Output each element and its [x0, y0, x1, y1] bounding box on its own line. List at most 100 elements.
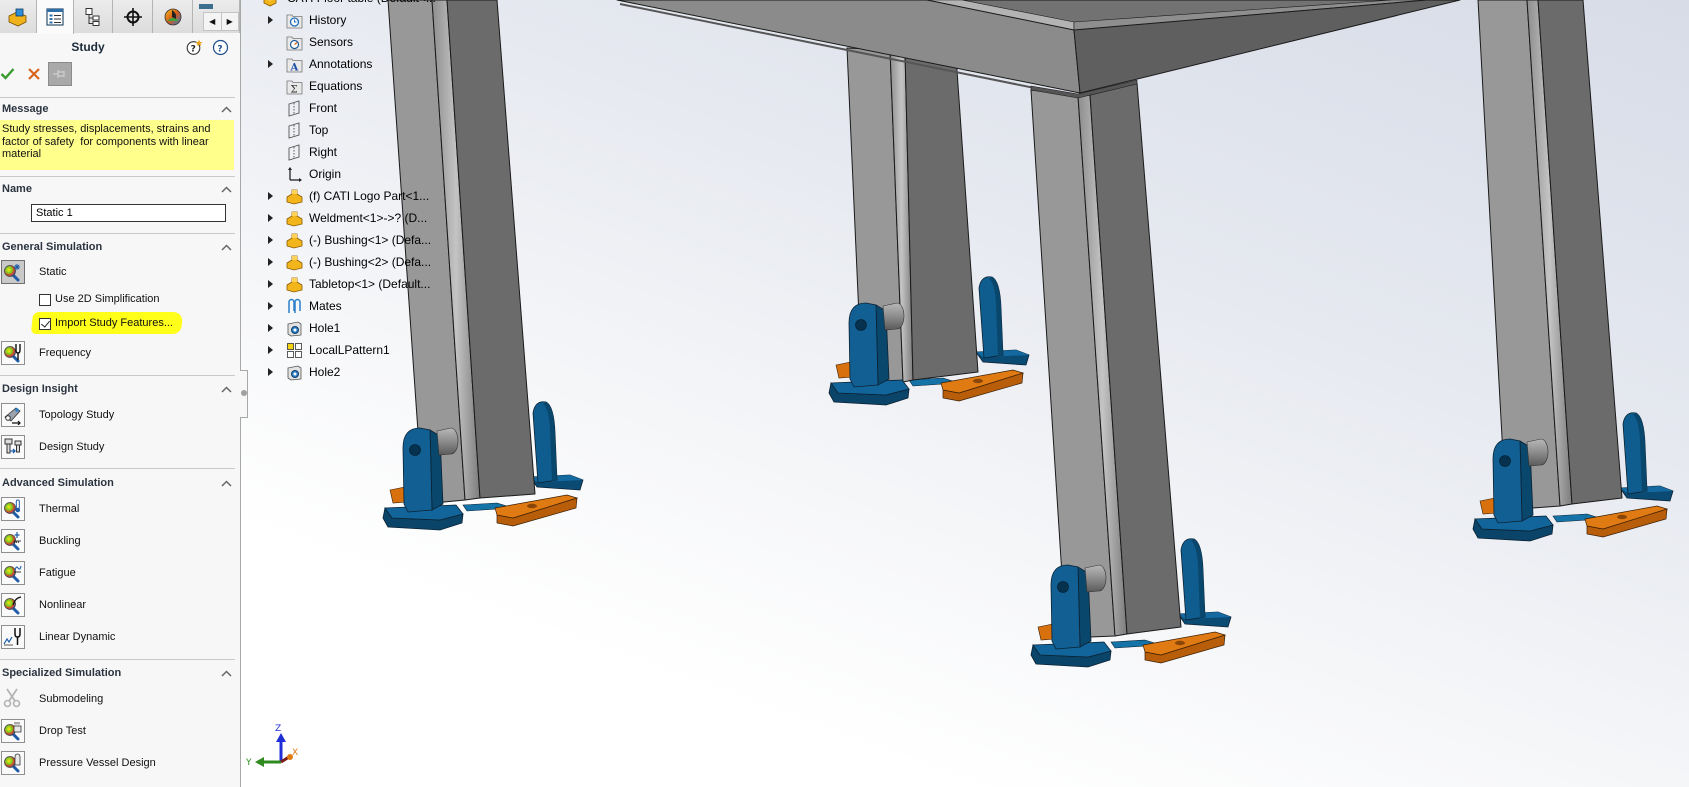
tree-item-weldment[interactable]: Weldment<1>->? (D... — [240, 207, 460, 229]
tree-item-bushing-1[interactable]: (-) Bushing<1> (Defa... — [240, 229, 460, 251]
fatigue-study-button[interactable] — [1, 561, 25, 585]
tab-dimxpertmanager[interactable] — [113, 0, 153, 33]
collapse-handle-dot-icon — [241, 390, 247, 396]
collapse-chevron-icon[interactable] — [221, 670, 232, 677]
specialized-simulation-header[interactable]: Specialized Simulation — [2, 667, 121, 679]
tree-item-equations[interactable]: Σ Equations — [240, 75, 460, 97]
fatigue-study-icon — [3, 565, 22, 583]
tree-item-local-pattern[interactable]: LocalLPattern1 — [240, 339, 460, 361]
tab-featuremanager[interactable] — [0, 0, 37, 33]
panel-collapse-handle[interactable] — [240, 370, 248, 418]
divider — [0, 97, 235, 98]
tab-displaymanager[interactable] — [153, 0, 193, 33]
nonlinear-study-button[interactable] — [1, 593, 25, 617]
nonlinear-study-label[interactable]: Nonlinear — [39, 599, 86, 611]
thermal-study-label[interactable]: Thermal — [39, 503, 79, 515]
expand-arrow-icon[interactable] — [268, 258, 273, 266]
tree-item-hole1[interactable]: Hole1 — [240, 317, 460, 339]
tree-item-label: Hole1 — [309, 321, 341, 335]
expand-arrow-icon[interactable] — [268, 16, 273, 24]
svg-text:?: ? — [191, 45, 196, 55]
advanced-simulation-header[interactable]: Advanced Simulation — [2, 477, 114, 489]
linear-dynamic-study-label[interactable]: Linear Dynamic — [39, 631, 115, 643]
expand-arrow-icon[interactable] — [268, 60, 273, 68]
tree-item-hole2[interactable]: Hole2 — [240, 361, 460, 383]
keep-visible-pin-button[interactable] — [48, 62, 72, 86]
tree-item-origin[interactable]: Origin — [240, 163, 460, 185]
study-name-input[interactable]: Static 1 — [31, 204, 226, 222]
whats-new-help-icon[interactable]: ? — [186, 39, 203, 56]
assembly-icon — [262, 0, 279, 7]
expand-arrow-icon[interactable] — [268, 302, 273, 310]
tree-item-label: History — [309, 13, 347, 27]
tree-item-tabletop[interactable]: Tabletop<1> (Default... — [240, 273, 460, 295]
tree-item-bushing-2[interactable]: (-) Bushing<2> (Defa... — [240, 251, 460, 273]
collapse-chevron-icon[interactable] — [221, 386, 232, 393]
tree-item-root-assembly[interactable]: CATI Floor table (Default<... — [240, 0, 460, 9]
collapse-chevron-icon[interactable] — [221, 186, 232, 193]
frequency-study-button[interactable] — [1, 341, 25, 365]
equations-folder-icon: Σ — [286, 78, 303, 95]
design-study-button[interactable] — [1, 435, 25, 459]
pressure-vessel-design-label[interactable]: Pressure Vessel Design — [39, 757, 156, 769]
part-component-icon — [286, 188, 303, 205]
static-study-button[interactable] — [1, 260, 25, 284]
tree-item-mates[interactable]: Mates — [240, 295, 460, 317]
buckling-study-button[interactable] — [1, 529, 25, 553]
pressure-vessel-design-button[interactable] — [1, 751, 25, 775]
part-component-icon — [286, 254, 303, 271]
expand-arrow-icon[interactable] — [268, 368, 273, 376]
expand-arrow-icon[interactable] — [268, 214, 273, 222]
collapse-chevron-icon[interactable] — [221, 106, 232, 113]
pattern-icon — [286, 342, 303, 359]
expand-arrow-icon[interactable] — [268, 192, 273, 200]
buckling-study-label[interactable]: Buckling — [39, 535, 81, 547]
frequency-study-label[interactable]: Frequency — [39, 347, 91, 359]
expand-arrow-icon[interactable] — [268, 236, 273, 244]
use-2d-simplification-checkbox[interactable] — [39, 294, 51, 306]
general-simulation-header[interactable]: General Simulation — [2, 241, 102, 253]
tab-configurationmanager[interactable] — [74, 0, 113, 33]
fatigue-study-label[interactable]: Fatigue — [39, 567, 76, 579]
collapse-chevron-icon[interactable] — [221, 244, 232, 251]
expand-arrow-icon[interactable] — [268, 280, 273, 288]
drop-test-button[interactable] — [1, 719, 25, 743]
linear-dynamic-study-button[interactable] — [1, 625, 25, 649]
help-icon[interactable]: ? — [212, 39, 229, 56]
divider — [0, 233, 235, 234]
submodeling-label[interactable]: Submodeling — [39, 693, 103, 705]
design-insight-header[interactable]: Design Insight — [2, 383, 78, 395]
ok-check-icon[interactable] — [0, 66, 15, 81]
tab-scroll-right-button[interactable]: ▶ — [222, 13, 239, 30]
tab-propertymanager[interactable] — [37, 0, 74, 34]
tree-item-annotations[interactable]: A Annotations — [240, 53, 460, 75]
static-study-label[interactable]: Static — [39, 266, 67, 278]
tree-item-label: Weldment<1>->? (D... — [309, 211, 428, 225]
expand-arrow-icon[interactable] — [268, 324, 273, 332]
import-study-features-checkbox[interactable] — [39, 318, 51, 330]
tree-item-history[interactable]: History — [240, 9, 460, 31]
submodeling-button[interactable] — [1, 687, 25, 711]
collapse-chevron-icon[interactable] — [221, 480, 232, 487]
tree-item-label: (f) CATI Logo Part<1... — [309, 189, 430, 203]
design-study-label[interactable]: Design Study — [39, 441, 104, 453]
tree-item-front-plane[interactable]: Front — [240, 97, 460, 119]
tree-item-right-plane[interactable]: Right — [240, 141, 460, 163]
topology-study-label[interactable]: Topology Study — [39, 409, 114, 421]
tree-item-cati-logo-part[interactable]: (f) CATI Logo Part<1... — [240, 185, 460, 207]
expand-arrow-icon[interactable] — [268, 346, 273, 354]
message-box: Study stresses, displacements, strains a… — [0, 120, 234, 170]
thermal-study-button[interactable] — [1, 497, 25, 521]
topology-study-button[interactable] — [1, 403, 25, 427]
import-study-features-label[interactable]: Import Study Features... — [55, 317, 173, 329]
plane-icon — [286, 100, 303, 117]
tree-item-top-plane[interactable]: Top — [240, 119, 460, 141]
name-section-header[interactable]: Name — [2, 183, 32, 195]
tree-item-label: (-) Bushing<2> (Defa... — [309, 255, 432, 269]
message-section-header[interactable]: Message — [2, 103, 48, 115]
cancel-x-icon[interactable] — [27, 67, 41, 81]
drop-test-label[interactable]: Drop Test — [39, 725, 86, 737]
tree-item-sensors[interactable]: Sensors — [240, 31, 460, 53]
use-2d-simplification-label[interactable]: Use 2D Simplification — [55, 293, 160, 305]
tab-scroll-left-button[interactable]: ◀ — [204, 13, 222, 30]
